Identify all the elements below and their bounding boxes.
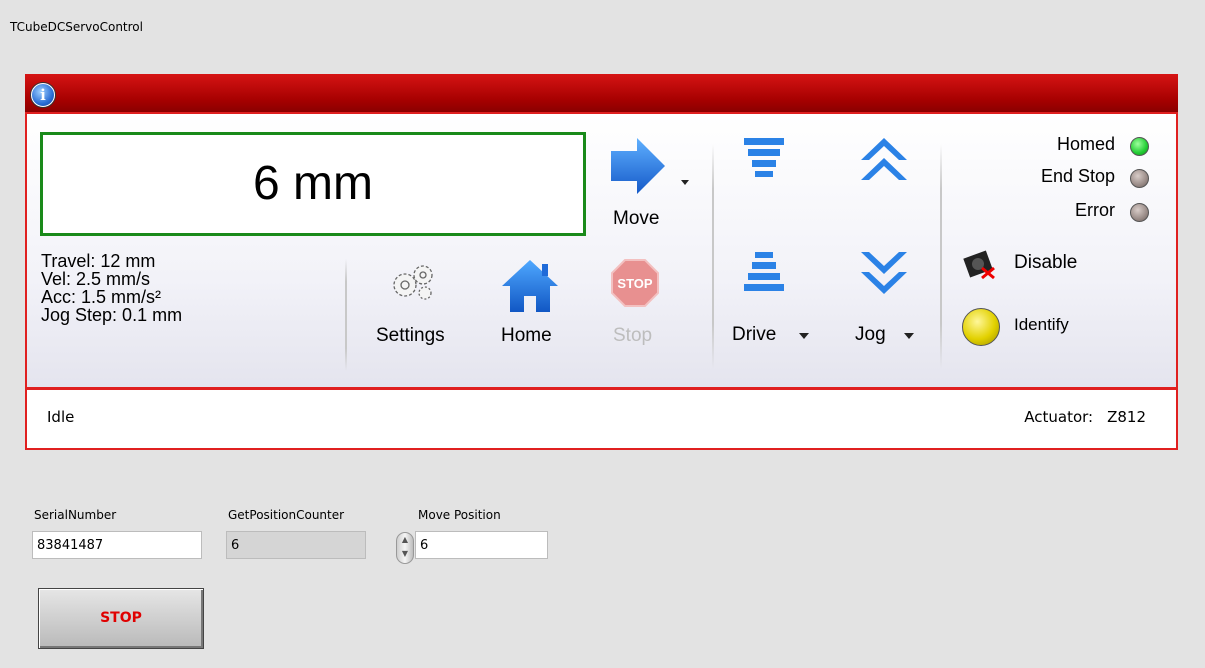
separator: [345, 259, 347, 371]
drive-up-icon[interactable]: [742, 136, 786, 186]
stop-program-button[interactable]: STOP: [38, 588, 204, 649]
info-icon[interactable]: i: [31, 83, 55, 107]
home-icon: [502, 260, 558, 312]
drive-menu-button[interactable]: Drive: [732, 322, 812, 352]
serial-number-label: SerialNumber: [34, 508, 117, 522]
status-text: Idle: [47, 408, 75, 426]
get-position-counter-label: GetPositionCounter: [228, 508, 345, 522]
status-bar: Idle Actuator: Z812: [25, 388, 1178, 450]
jog-down-icon[interactable]: [859, 248, 909, 300]
panel-title-bar: i: [25, 74, 1178, 112]
settings-button[interactable]: Settings: [372, 254, 462, 354]
get-position-counter-field: 6: [226, 531, 366, 559]
drive-down-icon[interactable]: [742, 250, 786, 300]
jog-menu-button[interactable]: Jog: [855, 322, 925, 352]
move-position-label: Move Position: [418, 508, 501, 522]
end-stop-led: [1130, 169, 1149, 188]
motor-disable-icon: [963, 250, 995, 280]
separator: [712, 144, 714, 369]
jog-label: Jog: [855, 324, 886, 345]
stop-button[interactable]: STOP Stop: [602, 254, 672, 354]
position-display: 6 mm: [40, 132, 586, 236]
stop-sign-text: STOP: [617, 276, 652, 291]
gears-icon: [393, 265, 433, 300]
error-label: Error: [1075, 200, 1115, 220]
stop-sign-icon: STOP: [611, 259, 659, 307]
move-position-field[interactable]: 6: [415, 531, 548, 559]
stop-label: Stop: [613, 325, 653, 346]
home-label: Home: [501, 325, 552, 346]
separator: [940, 144, 942, 369]
homed-led: [1130, 137, 1149, 156]
velocity-label: Vel: 2.5 mm/s: [41, 269, 151, 289]
move-position-spinner[interactable]: ▲ ▼: [396, 532, 414, 564]
servo-control-panel: i 6 mm Travel: 12 mm Vel: 2.5 mm/s Acc: …: [25, 74, 1178, 450]
chevron-down-icon: [904, 333, 914, 339]
disable-button[interactable]: Disable: [962, 246, 1082, 282]
disable-label: Disable: [1014, 252, 1078, 273]
drive-label: Drive: [732, 324, 777, 345]
settings-label: Settings: [376, 325, 445, 346]
actuator-label: Actuator:: [1024, 408, 1094, 426]
motion-parameters: Travel: 12 mm Vel: 2.5 mm/s Acc: 1.5 mm/…: [41, 252, 182, 324]
actuator-info: Actuator: Z812: [1010, 408, 1146, 426]
jog-up-icon[interactable]: [859, 136, 909, 188]
homed-label: Homed: [1056, 134, 1115, 154]
chevron-down-icon: [799, 333, 809, 339]
identify-button[interactable]: Identify: [962, 308, 1102, 348]
jog-step-label: Jog Step: 0.1 mm: [41, 305, 183, 325]
identify-led-icon: [962, 308, 1000, 346]
serial-number-field[interactable]: 83841487: [32, 531, 202, 559]
window-title: TCubeDCServoControl: [10, 20, 143, 34]
chevron-down-icon: [681, 180, 689, 185]
error-led: [1130, 203, 1149, 222]
identify-label: Identify: [1014, 315, 1069, 334]
end-stop-label: End Stop: [1040, 166, 1115, 186]
move-arrow-icon: [611, 138, 665, 194]
travel-label: Travel: 12 mm: [41, 251, 156, 271]
panel-body: 6 mm Travel: 12 mm Vel: 2.5 mm/s Acc: 1.…: [25, 112, 1178, 389]
move-label: Move: [613, 208, 660, 229]
home-button[interactable]: Home: [497, 254, 577, 354]
acceleration-label: Acc: 1.5 mm/s²: [41, 287, 162, 307]
actuator-value: Z812: [1107, 408, 1146, 426]
move-button[interactable]: Move: [607, 136, 707, 236]
